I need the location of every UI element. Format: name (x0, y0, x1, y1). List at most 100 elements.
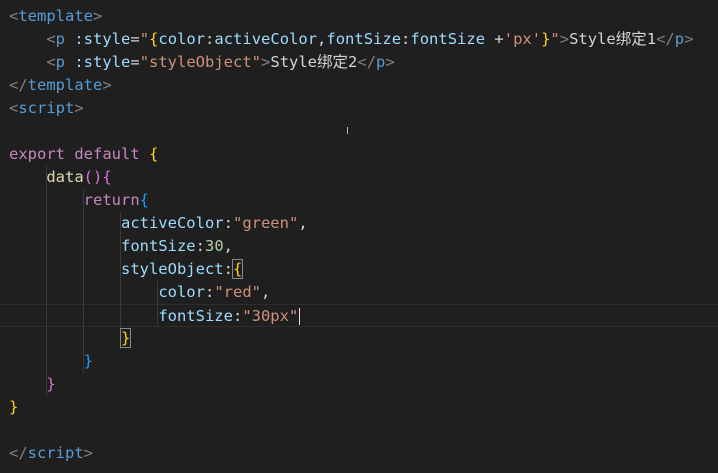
code-line[interactable] (0, 419, 718, 442)
code-token: } (9, 398, 19, 416)
code-line[interactable]: </template> (0, 74, 718, 97)
code-token: < (9, 7, 19, 25)
code-line[interactable]: <p :style="{color:activeColor,fontSize:f… (0, 28, 718, 51)
code-line-text: } (9, 350, 93, 373)
code-token: p (674, 30, 685, 48)
code-token: script (18, 99, 75, 117)
code-token: : (195, 237, 205, 255)
code-token: p (55, 53, 66, 71)
code-token: "styleObject" (139, 53, 262, 71)
code-token: :style (65, 30, 131, 48)
code-token: } (119, 328, 132, 348)
code-token: return (83, 191, 140, 209)
code-line-text: return{ (9, 189, 149, 212)
code-token: fontSize (120, 237, 196, 255)
text-ibeam-icon: I (346, 126, 349, 137)
code-token: </ (9, 444, 28, 462)
code-token: p (376, 53, 386, 71)
code-line[interactable] (0, 120, 718, 143)
code-line[interactable]: fontSize:"30px" (0, 304, 718, 327)
code-token: + (494, 30, 504, 48)
code-line[interactable]: export default { (0, 143, 718, 166)
code-token: color (158, 30, 206, 48)
code-line-text: } (9, 396, 18, 419)
code-token: > (74, 99, 84, 117)
code-line[interactable]: <p :style="styleObject">Style绑定2</p> (0, 51, 718, 74)
code-token: fontSize (410, 30, 495, 48)
code-token: fontSize (326, 30, 402, 48)
code-token: "green" (232, 214, 299, 232)
code-token: : (401, 30, 411, 48)
code-token: :style (65, 53, 131, 71)
code-line[interactable]: data(){ (0, 166, 718, 189)
code-editor[interactable]: <template> <p :style="{color:activeColor… (0, 0, 718, 473)
code-token: { (102, 168, 112, 186)
code-line-text: data(){ (9, 166, 112, 189)
code-line-text: activeColor:"green", (9, 212, 308, 235)
code-line-text: } (9, 373, 55, 396)
code-line[interactable]: } (0, 373, 718, 396)
code-token: "red" (214, 283, 261, 301)
code-token: > (684, 30, 694, 48)
code-line[interactable]: activeColor:"green", (0, 212, 718, 235)
code-token: > (93, 7, 103, 25)
code-token: </ (9, 76, 28, 94)
code-line-text: <p :style="styleObject">Style绑定2</p> (9, 51, 394, 74)
code-token: " (139, 30, 150, 48)
code-token: > (83, 444, 94, 462)
code-token: < (46, 53, 56, 71)
code-token: , (223, 237, 233, 255)
code-line-text: </template> (9, 74, 112, 97)
code-token: { (139, 191, 149, 209)
code-line[interactable]: </script> (0, 442, 718, 465)
code-token: : (205, 30, 215, 48)
code-line-text: color:"red", (9, 281, 270, 304)
code-token: { (148, 145, 159, 163)
code-token: > (102, 76, 112, 94)
code-line-text: fontSize:30, (9, 235, 233, 258)
code-token: : (204, 283, 215, 301)
code-token: fontSize (158, 307, 233, 325)
code-token: } (83, 352, 93, 370)
code-token: , (298, 214, 308, 232)
code-line-text: </script> (9, 442, 93, 465)
code-token: Style绑定1 (569, 30, 657, 48)
code-line-text: export default { (9, 143, 158, 166)
code-token: < (46, 30, 56, 48)
code-line[interactable]: fontSize:30, (0, 235, 718, 258)
code-line-text: <template> (9, 5, 102, 28)
code-line[interactable]: return{ (0, 189, 718, 212)
code-token: activeColor (120, 214, 224, 232)
code-token: { (231, 259, 244, 279)
code-line[interactable]: } (0, 327, 718, 350)
code-line[interactable]: } (0, 396, 718, 419)
code-line[interactable]: color:"red", (0, 281, 718, 304)
code-token: export default (9, 145, 149, 163)
code-token: , (261, 283, 271, 301)
code-line[interactable]: } (0, 350, 718, 373)
code-line[interactable]: <template> (0, 5, 718, 28)
code-line-text: fontSize:"30px" (9, 305, 301, 328)
code-token: > (559, 30, 570, 48)
code-token: activeColor (214, 30, 318, 48)
code-token: template (18, 7, 93, 25)
code-line-text: <p :style="{color:activeColor,fontSize:f… (9, 28, 693, 51)
code-token: template (27, 76, 103, 94)
code-token: = (130, 53, 140, 71)
code-line[interactable]: <script> (0, 97, 718, 120)
code-line[interactable]: styleObject:{ (0, 258, 718, 281)
code-token: : (223, 214, 233, 232)
code-token: : (223, 260, 233, 278)
code-token: p (55, 30, 66, 48)
code-token: 30 (204, 237, 224, 255)
code-token: > (261, 53, 271, 71)
